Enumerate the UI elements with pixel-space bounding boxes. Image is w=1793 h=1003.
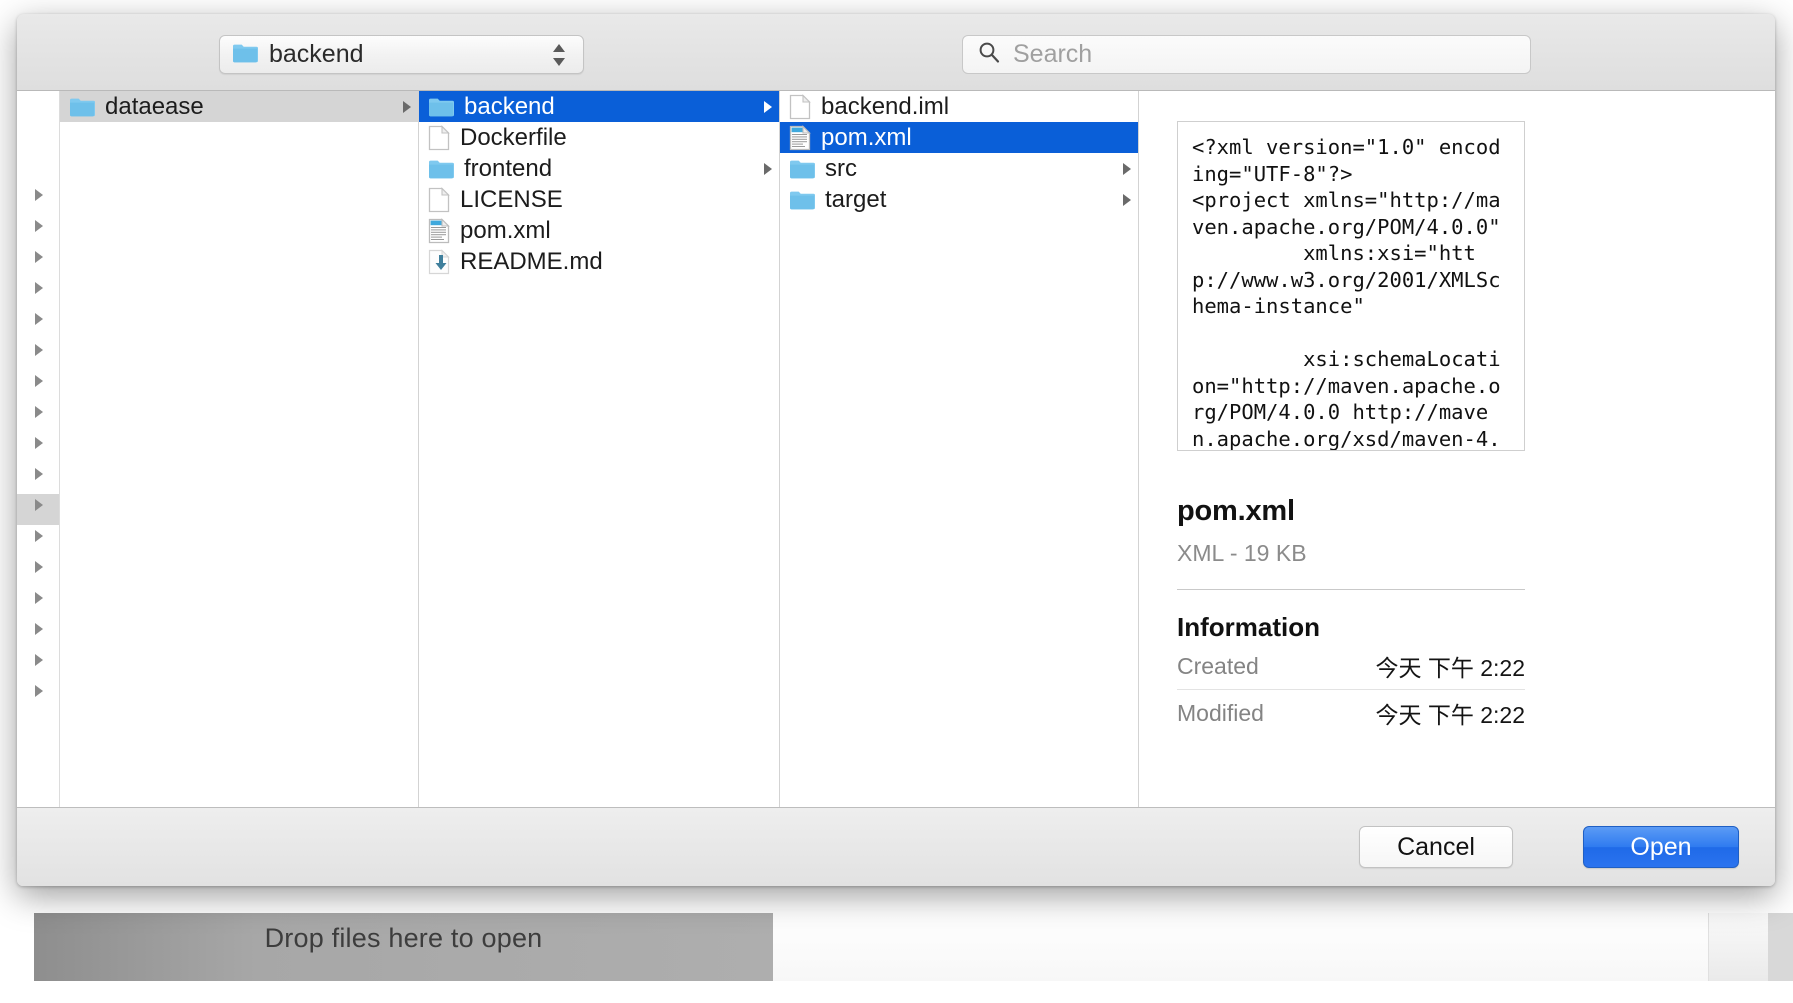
list-item-label: target	[825, 185, 887, 213]
folder-icon	[428, 158, 454, 179]
list-item-label: pom.xml	[460, 216, 551, 244]
folder-icon	[789, 189, 815, 210]
column-root[interactable]: dataease	[60, 91, 419, 807]
list-item[interactable]: dataease	[60, 91, 418, 122]
background-document-pane	[773, 913, 1709, 981]
background-far-right	[1768, 913, 1793, 981]
chevron-right-icon[interactable]	[31, 621, 47, 637]
markdown-download-icon	[428, 248, 450, 275]
chevron-right-icon[interactable]	[31, 559, 47, 575]
info-value: 今天 下午 2:22	[1375, 655, 1525, 681]
list-item[interactable]: target	[780, 184, 1138, 215]
list-item-label: frontend	[464, 154, 553, 182]
list-item[interactable]: README.md	[419, 246, 779, 277]
chevron-right-icon[interactable]	[31, 373, 47, 389]
column-gutter[interactable]	[17, 91, 60, 807]
chevron-right-icon[interactable]	[31, 435, 47, 451]
folder-icon	[232, 42, 258, 68]
document-icon	[428, 186, 450, 213]
drop-files-zone[interactable]: Drop files here to open	[34, 913, 773, 981]
chevron-right-icon[interactable]	[31, 404, 47, 420]
chevron-right-icon[interactable]	[31, 590, 47, 606]
chevron-right-icon[interactable]	[31, 528, 47, 544]
xml-file-icon	[428, 217, 450, 244]
path-popup-button[interactable]: backend	[219, 35, 584, 74]
column-browser: dataease backend Dockerfile frontend LIC…	[17, 91, 1775, 808]
chevron-right-icon[interactable]	[31, 249, 47, 265]
background-side-strip: in	[1708, 913, 1769, 981]
cancel-button[interactable]: Cancel	[1359, 826, 1513, 868]
list-item-label: backend.iml	[821, 92, 950, 120]
document-icon	[428, 124, 450, 151]
dialog-toolbar: backend	[17, 14, 1775, 91]
folder-icon	[428, 96, 454, 117]
search-field[interactable]	[962, 35, 1531, 74]
chevron-right-icon[interactable]	[31, 497, 47, 513]
xml-file-icon	[789, 124, 811, 151]
list-item[interactable]: pom.xml	[419, 215, 779, 246]
chevron-right-icon[interactable]	[31, 280, 47, 296]
info-key: Modified	[1177, 699, 1264, 726]
drop-files-label: Drop files here to open	[264, 923, 543, 953]
xml-preview-text: <?xml version="1.0" encoding="UTF-8"?> <…	[1192, 135, 1501, 451]
screen: Drop files here to open in backend	[0, 0, 1793, 1003]
list-item-label: backend	[464, 92, 555, 120]
list-item[interactable]: frontend	[419, 153, 779, 184]
preview-divider	[1177, 589, 1525, 590]
list-item-label: README.md	[460, 247, 603, 275]
list-item-label: pom.xml	[821, 123, 912, 151]
search-icon	[977, 40, 1001, 69]
list-item[interactable]: src	[780, 153, 1138, 184]
preview-file-name: pom.xml	[1177, 495, 1295, 527]
open-button[interactable]: Open	[1583, 826, 1739, 868]
chevron-right-icon[interactable]	[396, 100, 418, 114]
list-item[interactable]: backend	[419, 91, 779, 122]
chevron-right-icon[interactable]	[1116, 162, 1138, 176]
chevron-right-icon[interactable]	[31, 218, 47, 234]
updown-chevron-icon[interactable]	[549, 40, 569, 70]
column-backend[interactable]: backend.iml pom.xml src target	[780, 91, 1139, 807]
document-icon	[789, 93, 811, 120]
list-item[interactable]: pom.xml	[780, 122, 1138, 153]
chevron-right-icon[interactable]	[31, 311, 47, 327]
list-item-label: src	[825, 154, 857, 182]
info-row-modified: Modified 今天 下午 2:22	[1177, 689, 1525, 736]
list-item-label: LICENSE	[460, 185, 563, 213]
list-item-label: dataease	[105, 92, 204, 120]
path-popup-label: backend	[269, 40, 364, 68]
list-item-label: Dockerfile	[460, 123, 567, 151]
search-input[interactable]	[1011, 39, 1520, 70]
list-item[interactable]: backend.iml	[780, 91, 1138, 122]
chevron-right-icon[interactable]	[31, 466, 47, 482]
open-file-dialog: backend Search dataease backend Dockerfi…	[17, 14, 1775, 886]
folder-icon	[69, 96, 95, 117]
dialog-footer: Cancel Open	[17, 808, 1775, 886]
chevron-right-icon[interactable]	[1116, 193, 1138, 207]
list-item[interactable]: LICENSE	[419, 184, 779, 215]
preview-file-kind: XML - 19 KB	[1177, 540, 1307, 566]
chevron-right-icon[interactable]	[31, 683, 47, 699]
info-row-created: Created 今天 下午 2:22	[1177, 643, 1525, 689]
chevron-right-icon[interactable]	[31, 652, 47, 668]
column-dataease[interactable]: backend Dockerfile frontend LICENSE pom.…	[419, 91, 780, 807]
chevron-right-icon[interactable]	[757, 162, 779, 176]
chevron-right-icon[interactable]	[31, 187, 47, 203]
list-item[interactable]: Dockerfile	[419, 122, 779, 153]
preview-pane: <?xml version="1.0" encoding="UTF-8"?> <…	[1139, 91, 1775, 807]
chevron-right-icon[interactable]	[31, 342, 47, 358]
information-heading: Information	[1177, 612, 1320, 642]
folder-icon	[789, 158, 815, 179]
info-key: Created	[1177, 652, 1259, 679]
file-preview-box: <?xml version="1.0" encoding="UTF-8"?> <…	[1177, 121, 1525, 451]
info-value: 今天 下午 2:22	[1375, 702, 1525, 728]
chevron-right-icon[interactable]	[757, 100, 779, 114]
